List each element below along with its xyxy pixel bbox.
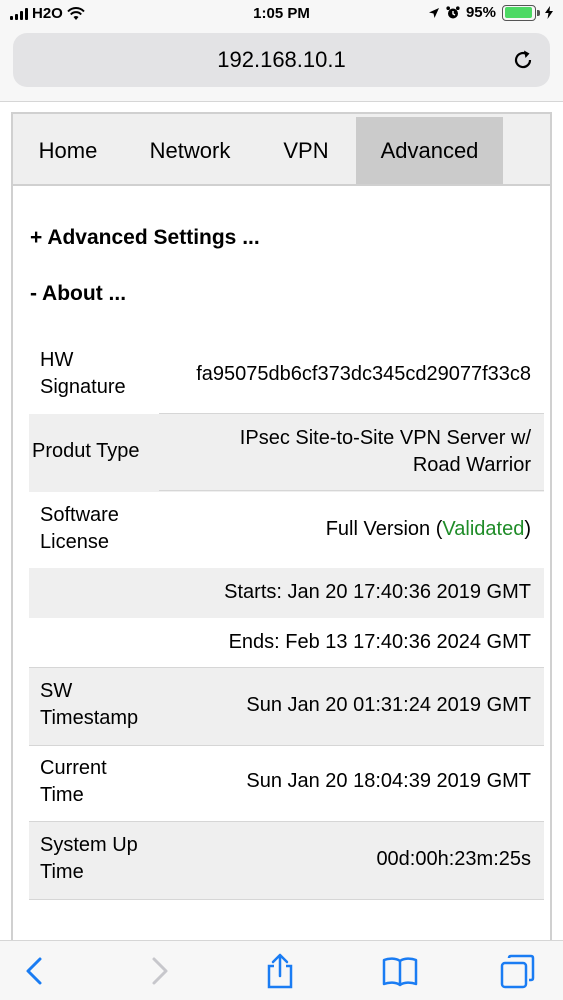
sw-timestamp-value: Sun Jan 20 01:31:24 2019 GMT (246, 694, 531, 716)
software-license-value: Full Version (Validated) (325, 518, 531, 540)
bookmarks-icon[interactable] (382, 953, 418, 989)
address-bar[interactable]: 192.168.10.1 (13, 33, 550, 87)
alarm-icon (446, 5, 460, 18)
nav-tabs: Home Network VPN Advanced (13, 114, 550, 186)
browser-header: 192.168.10.1 (0, 30, 563, 102)
software-license-label: Software License (40, 504, 119, 553)
status-bar: H2O 1:05 PM 95% (0, 0, 563, 30)
sw-timestamp-label: SW Timestamp (40, 680, 139, 729)
product-type-label: Produt Type (32, 440, 140, 462)
back-icon[interactable] (18, 953, 54, 989)
product-type-row: Produt Type IPsec Site-to-Site VPN Serve… (29, 414, 544, 492)
battery-percent: 95% (465, 4, 496, 21)
about-toggle[interactable]: - About ... (30, 282, 126, 306)
license-starts-value: Starts: Jan 20 17:40:36 2019 GMT (224, 581, 531, 603)
software-license-row: Software License Full Version (Validated… (29, 492, 544, 568)
divider (29, 899, 544, 900)
hw-signature-row: HW Signature fa95075db6cf373dc345cd29077… (29, 336, 544, 414)
url-text[interactable]: 192.168.10.1 (13, 47, 550, 73)
current-time-row: Current Time Sun Jan 20 18:04:39 2019 GM… (29, 746, 544, 822)
status-right: 95% (428, 4, 553, 21)
system-uptime-value: 00d:00h:23m:25s (376, 848, 531, 870)
current-time-value: Sun Jan 20 18:04:39 2019 GMT (246, 770, 531, 792)
sw-timestamp-row: SW Timestamp Sun Jan 20 01:31:24 2019 GM… (29, 668, 544, 746)
location-icon (428, 7, 439, 18)
forward-icon[interactable] (140, 953, 176, 989)
hw-signature-label: HW Signature (40, 349, 126, 398)
share-icon[interactable] (262, 953, 298, 989)
tab-advanced[interactable]: Advanced (356, 117, 503, 184)
license-ends-row: Ends: Feb 13 17:40:36 2024 GMT (29, 618, 544, 668)
page-content: Home Network VPN Advanced + Advanced Set… (11, 112, 552, 952)
system-uptime-row: System Up Time 00d:00h:23m:25s (29, 822, 544, 900)
reload-icon[interactable] (510, 47, 536, 73)
license-starts-row: Starts: Jan 20 17:40:36 2019 GMT (29, 568, 544, 618)
tab-home[interactable]: Home (13, 117, 123, 184)
hw-signature-value: fa95075db6cf373dc345cd29077f33c8 (196, 363, 531, 385)
divider (159, 490, 544, 491)
tabs-icon[interactable] (500, 953, 536, 989)
battery-icon (502, 4, 540, 21)
browser-toolbar (0, 940, 563, 1000)
system-uptime-label: System Up Time (40, 834, 138, 883)
tab-network[interactable]: Network (127, 117, 253, 184)
license-ends-value: Ends: Feb 13 17:40:36 2024 GMT (228, 631, 531, 653)
tab-vpn[interactable]: VPN (265, 117, 347, 184)
charging-icon (545, 6, 553, 19)
current-time-label: Current Time (40, 757, 107, 806)
product-type-value: IPsec Site-to-Site VPN Server w/ Road Wa… (239, 427, 531, 476)
advanced-settings-toggle[interactable]: + Advanced Settings ... (30, 226, 260, 250)
license-status: Validated (442, 518, 525, 540)
